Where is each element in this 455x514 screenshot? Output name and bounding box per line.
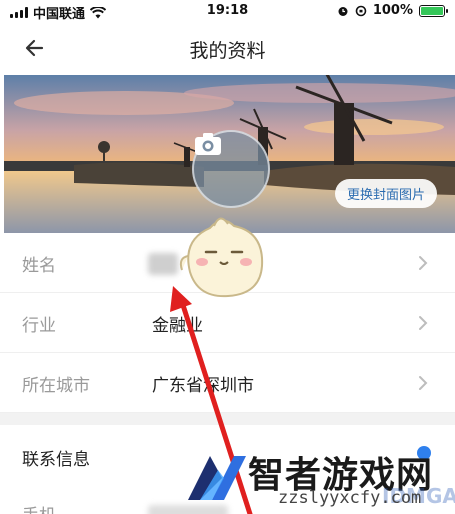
chevron-right-icon [419, 376, 428, 390]
row-label-city: 所在城市 [22, 376, 90, 396]
mascot-sticker [179, 217, 264, 298]
row-value-industry: 金融业 [152, 316, 203, 336]
battery-percent: 100% [372, 3, 413, 18]
camera-icon [195, 133, 221, 155]
nav-bar: 我的资料 [0, 22, 455, 74]
blurred-value [148, 253, 178, 275]
battery-icon [419, 4, 448, 17]
status-bar: 中国联通 19:18 100% [0, 0, 455, 22]
row-label-name: 姓名 [22, 256, 56, 276]
row-label-phone: 手机 [22, 501, 56, 514]
contact-section-title: 联系信息 [22, 450, 90, 470]
page-title: 我的资料 [189, 40, 266, 62]
row-value-city: 广东省深圳市 [152, 376, 254, 396]
row-city[interactable]: 所在城市 广东省深圳市 [0, 353, 455, 413]
status-right: 100% [337, 3, 448, 18]
change-cover-button[interactable]: 更换封面图片 [334, 179, 437, 208]
battery-level [421, 6, 443, 15]
section-divider [0, 413, 455, 425]
alarm-icon [338, 6, 348, 16]
chevron-right-icon [419, 256, 428, 270]
chevron-right-icon [419, 316, 428, 330]
watermark-url: zzslyyxcfy.com [278, 488, 422, 508]
row-label-industry: 行业 [22, 316, 56, 336]
rotation-lock-icon [355, 5, 367, 16]
watermark: 智者游戏网 IDMGAME zzslyyxcfy.com [180, 444, 455, 514]
watermark-logo [188, 456, 246, 500]
avatar[interactable] [192, 130, 270, 208]
